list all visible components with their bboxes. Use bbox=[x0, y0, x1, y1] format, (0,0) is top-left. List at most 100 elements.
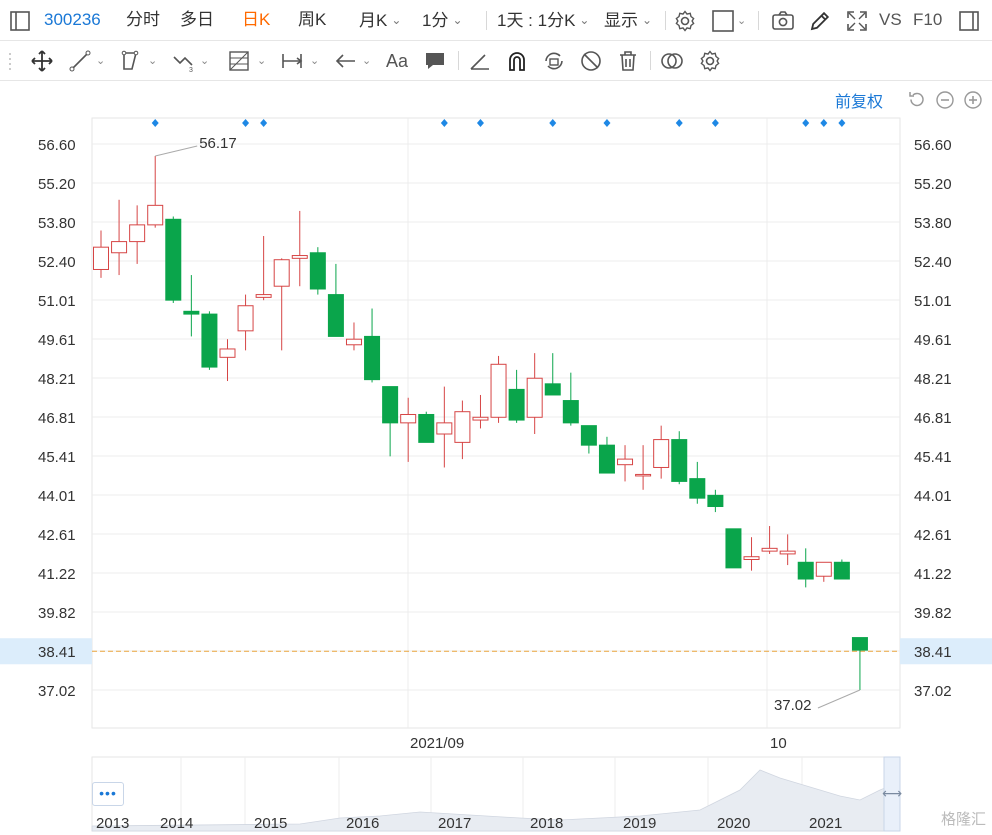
y-tick-label-left: 49.61 bbox=[38, 332, 76, 349]
tab-intraday[interactable]: 分时 bbox=[126, 8, 160, 32]
candle-body bbox=[526, 377, 543, 418]
resize-arrow-icon: ⟷ bbox=[882, 786, 902, 802]
event-marker-icon bbox=[549, 119, 557, 127]
current-price-band-left bbox=[0, 638, 92, 665]
low-pointer-line bbox=[817, 689, 861, 709]
camera-icon[interactable] bbox=[771, 9, 795, 33]
magnet-icon[interactable] bbox=[505, 49, 529, 73]
channel-icon[interactable] bbox=[120, 49, 144, 73]
candle-body bbox=[562, 400, 579, 424]
event-marker-icon bbox=[476, 119, 484, 127]
candle-body bbox=[617, 458, 634, 466]
sidebar-toggle-icon[interactable] bbox=[957, 9, 981, 33]
candle-body bbox=[544, 383, 561, 396]
y-tick-label-right: 38.41 bbox=[914, 644, 952, 661]
chevron-down-icon: ⌄ bbox=[642, 13, 653, 27]
divider bbox=[458, 51, 459, 70]
drag-handle-icon[interactable] bbox=[8, 49, 12, 73]
candle-body bbox=[490, 363, 507, 418]
chevron-down-icon: ⌄ bbox=[579, 13, 590, 27]
y-tick-label-left: 56.60 bbox=[38, 137, 76, 154]
candle-body bbox=[418, 413, 435, 443]
chevron-down-icon[interactable]: ⌄ bbox=[148, 54, 157, 67]
chevron-down-icon[interactable]: ⌄ bbox=[310, 54, 319, 67]
candle-body bbox=[400, 413, 417, 424]
candle-body bbox=[111, 241, 128, 254]
candle-body bbox=[219, 348, 236, 358]
panel-toggle-icon[interactable] bbox=[8, 9, 32, 33]
event-marker-icon bbox=[675, 119, 683, 127]
chevron-down-icon[interactable]: ⌄ bbox=[200, 54, 209, 67]
candle-body bbox=[833, 561, 850, 580]
event-marker-icon bbox=[151, 119, 159, 127]
navigator-year-label: 2019 bbox=[623, 815, 656, 832]
tab-monthly-k[interactable]: 月K ⌄ bbox=[359, 8, 401, 32]
layout-box-icon[interactable] bbox=[711, 9, 735, 33]
candle-body bbox=[364, 335, 381, 381]
navigator-year-label: 2016 bbox=[346, 815, 379, 832]
minute-select[interactable]: 1分 ⌄ bbox=[422, 8, 463, 32]
chevron-down-icon: ⌄ bbox=[391, 13, 402, 27]
tab-weekly-k[interactable]: 周K bbox=[298, 8, 326, 32]
pencil-icon[interactable] bbox=[808, 9, 832, 33]
high-pointer-line bbox=[155, 145, 198, 157]
chevron-down-icon[interactable]: ⌄ bbox=[362, 54, 371, 67]
price-adjust-select[interactable]: 前复权 bbox=[835, 88, 883, 112]
drawing-toolbar: ⌄ ⌄ 3 ⌄ ⌄ ⌄ ⌄ Aa bbox=[0, 41, 992, 81]
event-marker-icon bbox=[603, 119, 611, 127]
overlay-compare-icon[interactable] bbox=[660, 49, 684, 73]
candle-body bbox=[761, 547, 778, 552]
undo-icon[interactable] bbox=[907, 90, 927, 110]
chevron-down-icon[interactable]: ⌄ bbox=[737, 14, 746, 27]
f10-button[interactable]: F10 bbox=[913, 8, 942, 32]
zoom-in-icon[interactable] bbox=[963, 90, 983, 110]
chart-settings-gear-icon[interactable] bbox=[698, 49, 722, 73]
tab-daily-k[interactable]: 日K bbox=[242, 8, 270, 32]
chevron-down-icon[interactable]: ⌄ bbox=[257, 54, 266, 67]
trend-line-icon[interactable] bbox=[68, 49, 92, 73]
range-select-value: 1天 : 1分K bbox=[497, 11, 576, 30]
tab-multiday[interactable]: 多日 bbox=[180, 8, 214, 32]
navigator-year-label: 2015 bbox=[254, 815, 287, 832]
range-select[interactable]: 1天 : 1分K ⌄ bbox=[497, 8, 589, 32]
wave-pattern-icon[interactable]: 3 bbox=[172, 49, 196, 74]
comment-icon[interactable] bbox=[423, 49, 447, 73]
move-crosshair-icon[interactable] bbox=[30, 49, 54, 73]
measure-range-icon[interactable] bbox=[280, 49, 304, 73]
compare-vs-button[interactable]: VS bbox=[879, 8, 902, 32]
angle-tool-icon[interactable] bbox=[468, 49, 492, 73]
y-tick-label-right: 41.22 bbox=[914, 566, 952, 583]
trash-icon[interactable] bbox=[616, 49, 640, 73]
candle-body bbox=[436, 422, 453, 435]
svg-text:3: 3 bbox=[189, 67, 193, 73]
event-marker-icon bbox=[711, 119, 719, 127]
navigator-menu-button[interactable]: ••• bbox=[92, 782, 124, 806]
y-tick-label-left: 42.61 bbox=[38, 527, 76, 544]
candle-body bbox=[273, 259, 290, 287]
divider bbox=[758, 11, 759, 30]
candle-body bbox=[508, 388, 525, 421]
text-tool-button[interactable]: Aa bbox=[386, 49, 408, 73]
candle-body bbox=[183, 310, 200, 315]
settings-gear-icon[interactable] bbox=[673, 9, 697, 33]
event-marker-icon bbox=[440, 119, 448, 127]
y-tick-label-right: 42.61 bbox=[914, 527, 952, 544]
candle-body bbox=[851, 637, 868, 651]
y-tick-label-right: 48.21 bbox=[914, 371, 952, 388]
candle-body bbox=[725, 528, 742, 569]
hide-drawings-icon[interactable] bbox=[579, 49, 603, 73]
navigator-year-label: 2013 bbox=[96, 815, 129, 832]
display-select[interactable]: 显示 ⌄ bbox=[604, 8, 652, 32]
minute-select-value: 1分 bbox=[422, 11, 449, 30]
y-tick-label-left: 48.21 bbox=[38, 371, 76, 388]
fullscreen-icon[interactable] bbox=[845, 9, 869, 33]
event-marker-icon bbox=[260, 119, 268, 127]
candle-body bbox=[93, 246, 109, 270]
divider bbox=[665, 11, 666, 30]
zoom-out-icon[interactable] bbox=[935, 90, 955, 110]
arrow-left-icon[interactable] bbox=[334, 49, 358, 73]
sync-lock-icon[interactable] bbox=[542, 49, 566, 73]
stock-code[interactable]: 300236 bbox=[44, 8, 101, 32]
chevron-down-icon[interactable]: ⌄ bbox=[96, 54, 105, 67]
fibonacci-grid-icon[interactable] bbox=[227, 49, 251, 73]
